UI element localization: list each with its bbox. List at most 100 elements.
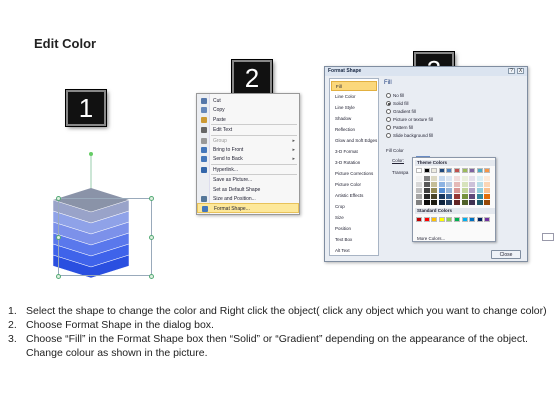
theme-shade-swatch[interactable] xyxy=(416,188,422,193)
theme-shade-swatch[interactable] xyxy=(461,194,468,199)
theme-color-swatch[interactable] xyxy=(484,168,491,173)
category-position[interactable]: Position xyxy=(331,224,377,234)
theme-shade-swatch[interactable] xyxy=(484,176,491,181)
category-reflection[interactable]: Reflection xyxy=(331,125,377,135)
theme-shade-swatch[interactable] xyxy=(484,194,491,199)
theme-shade-swatch[interactable] xyxy=(484,200,491,205)
category-line-color[interactable]: Line Color xyxy=(331,92,377,102)
standard-color-swatch[interactable] xyxy=(454,217,460,222)
theme-shade-swatch[interactable] xyxy=(423,176,430,181)
resize-handle-br[interactable] xyxy=(149,274,154,279)
radio-picture-or-texture-fill[interactable]: Picture or texture fill xyxy=(386,116,476,123)
theme-color-swatch[interactable] xyxy=(446,168,453,173)
standard-color-swatch[interactable] xyxy=(446,217,453,222)
category-3-d-rotation[interactable]: 3-D Rotation xyxy=(331,158,377,168)
category-alt-text[interactable]: Alt Text xyxy=(331,246,377,256)
theme-shade-swatch[interactable] xyxy=(423,188,430,193)
dialog-close-x-button[interactable]: X xyxy=(517,68,524,74)
theme-shade-swatch[interactable] xyxy=(438,176,445,181)
radio-pattern-fill[interactable]: Pattern fill xyxy=(386,124,476,131)
radio-no-fill[interactable]: No fill xyxy=(386,92,476,99)
theme-shade-swatch[interactable] xyxy=(431,188,438,193)
theme-color-swatch[interactable] xyxy=(431,168,438,173)
resize-handle-ml[interactable] xyxy=(56,235,61,240)
theme-shade-swatch[interactable] xyxy=(476,176,483,181)
theme-shade-swatch[interactable] xyxy=(423,182,430,187)
standard-color-swatch[interactable] xyxy=(416,217,422,222)
theme-shade-swatch[interactable] xyxy=(476,194,483,199)
transparency-spinbox[interactable] xyxy=(542,233,554,241)
theme-color-swatch[interactable] xyxy=(423,168,430,173)
theme-shade-swatch[interactable] xyxy=(438,182,445,187)
theme-shade-swatch[interactable] xyxy=(446,188,453,193)
theme-shade-swatch[interactable] xyxy=(446,200,453,205)
theme-shade-swatch[interactable] xyxy=(423,194,430,199)
theme-shade-swatch[interactable] xyxy=(416,182,422,187)
standard-color-swatch[interactable] xyxy=(461,217,468,222)
theme-shade-swatch[interactable] xyxy=(469,182,476,187)
theme-shade-swatch[interactable] xyxy=(416,200,422,205)
help-button[interactable]: ? xyxy=(508,68,515,74)
theme-shade-swatch[interactable] xyxy=(469,200,476,205)
theme-shade-swatch[interactable] xyxy=(461,182,468,187)
theme-shade-swatch[interactable] xyxy=(461,188,468,193)
theme-shade-swatch[interactable] xyxy=(438,200,445,205)
theme-shade-swatch[interactable] xyxy=(416,194,422,199)
standard-color-swatch[interactable] xyxy=(431,217,438,222)
layered-cube-shape[interactable] xyxy=(38,150,154,280)
radio-solid-fill[interactable]: Solid fill xyxy=(386,100,476,107)
category-glow-and-soft-edges[interactable]: Glow and Soft Edges xyxy=(331,136,377,146)
radio-slide-background-fill[interactable]: Slide background fill xyxy=(386,132,476,139)
category-artistic-effects[interactable]: Artistic Effects xyxy=(331,191,377,201)
theme-color-swatch[interactable] xyxy=(461,168,468,173)
theme-color-swatch[interactable] xyxy=(454,168,460,173)
standard-color-swatch[interactable] xyxy=(423,217,430,222)
theme-shade-swatch[interactable] xyxy=(454,194,460,199)
category-size[interactable]: Size xyxy=(331,213,377,223)
theme-color-swatch[interactable] xyxy=(476,168,483,173)
close-button[interactable]: Close xyxy=(491,250,521,259)
resize-handle-tr[interactable] xyxy=(149,196,154,201)
theme-shade-swatch[interactable] xyxy=(431,176,438,181)
category-text-box[interactable]: Text Box xyxy=(331,235,377,245)
theme-shade-swatch[interactable] xyxy=(431,200,438,205)
theme-shade-swatch[interactable] xyxy=(469,194,476,199)
theme-shade-swatch[interactable] xyxy=(446,176,453,181)
radio-gradient-fill[interactable]: Gradient fill xyxy=(386,108,476,115)
theme-shade-swatch[interactable] xyxy=(461,176,468,181)
theme-shade-swatch[interactable] xyxy=(431,182,438,187)
standard-color-swatch[interactable] xyxy=(484,217,491,222)
menu-item-format-shape[interactable]: Format Shape... xyxy=(197,203,299,214)
theme-color-swatch[interactable] xyxy=(438,168,445,173)
resize-handle-mr[interactable] xyxy=(149,235,154,240)
theme-shade-swatch[interactable] xyxy=(454,200,460,205)
more-colors-link[interactable]: More Colors... xyxy=(417,236,445,241)
standard-color-swatch[interactable] xyxy=(469,217,476,222)
theme-shade-swatch[interactable] xyxy=(416,176,422,181)
theme-shade-swatch[interactable] xyxy=(476,188,483,193)
theme-color-swatch[interactable] xyxy=(469,168,476,173)
theme-shade-swatch[interactable] xyxy=(469,176,476,181)
resize-handle-bl[interactable] xyxy=(56,274,61,279)
theme-shade-swatch[interactable] xyxy=(454,176,460,181)
theme-shade-swatch[interactable] xyxy=(454,188,460,193)
theme-shade-swatch[interactable] xyxy=(423,200,430,205)
category-3-d-format[interactable]: 3-D Format xyxy=(331,147,377,157)
theme-shade-swatch[interactable] xyxy=(446,194,453,199)
theme-shade-swatch[interactable] xyxy=(438,188,445,193)
standard-color-swatch[interactable] xyxy=(476,217,483,222)
theme-shade-swatch[interactable] xyxy=(484,182,491,187)
theme-color-swatch[interactable] xyxy=(416,168,422,173)
theme-shade-swatch[interactable] xyxy=(476,200,483,205)
theme-shade-swatch[interactable] xyxy=(469,188,476,193)
standard-color-swatch[interactable] xyxy=(438,217,445,222)
theme-shade-swatch[interactable] xyxy=(484,188,491,193)
theme-shade-swatch[interactable] xyxy=(454,182,460,187)
theme-shade-swatch[interactable] xyxy=(461,200,468,205)
category-picture-corrections[interactable]: Picture Corrections xyxy=(331,169,377,179)
category-crop[interactable]: Crop xyxy=(331,202,377,212)
resize-handle-tl[interactable] xyxy=(56,196,61,201)
theme-shade-swatch[interactable] xyxy=(431,194,438,199)
theme-shade-swatch[interactable] xyxy=(438,194,445,199)
category-shadow[interactable]: Shadow xyxy=(331,114,377,124)
